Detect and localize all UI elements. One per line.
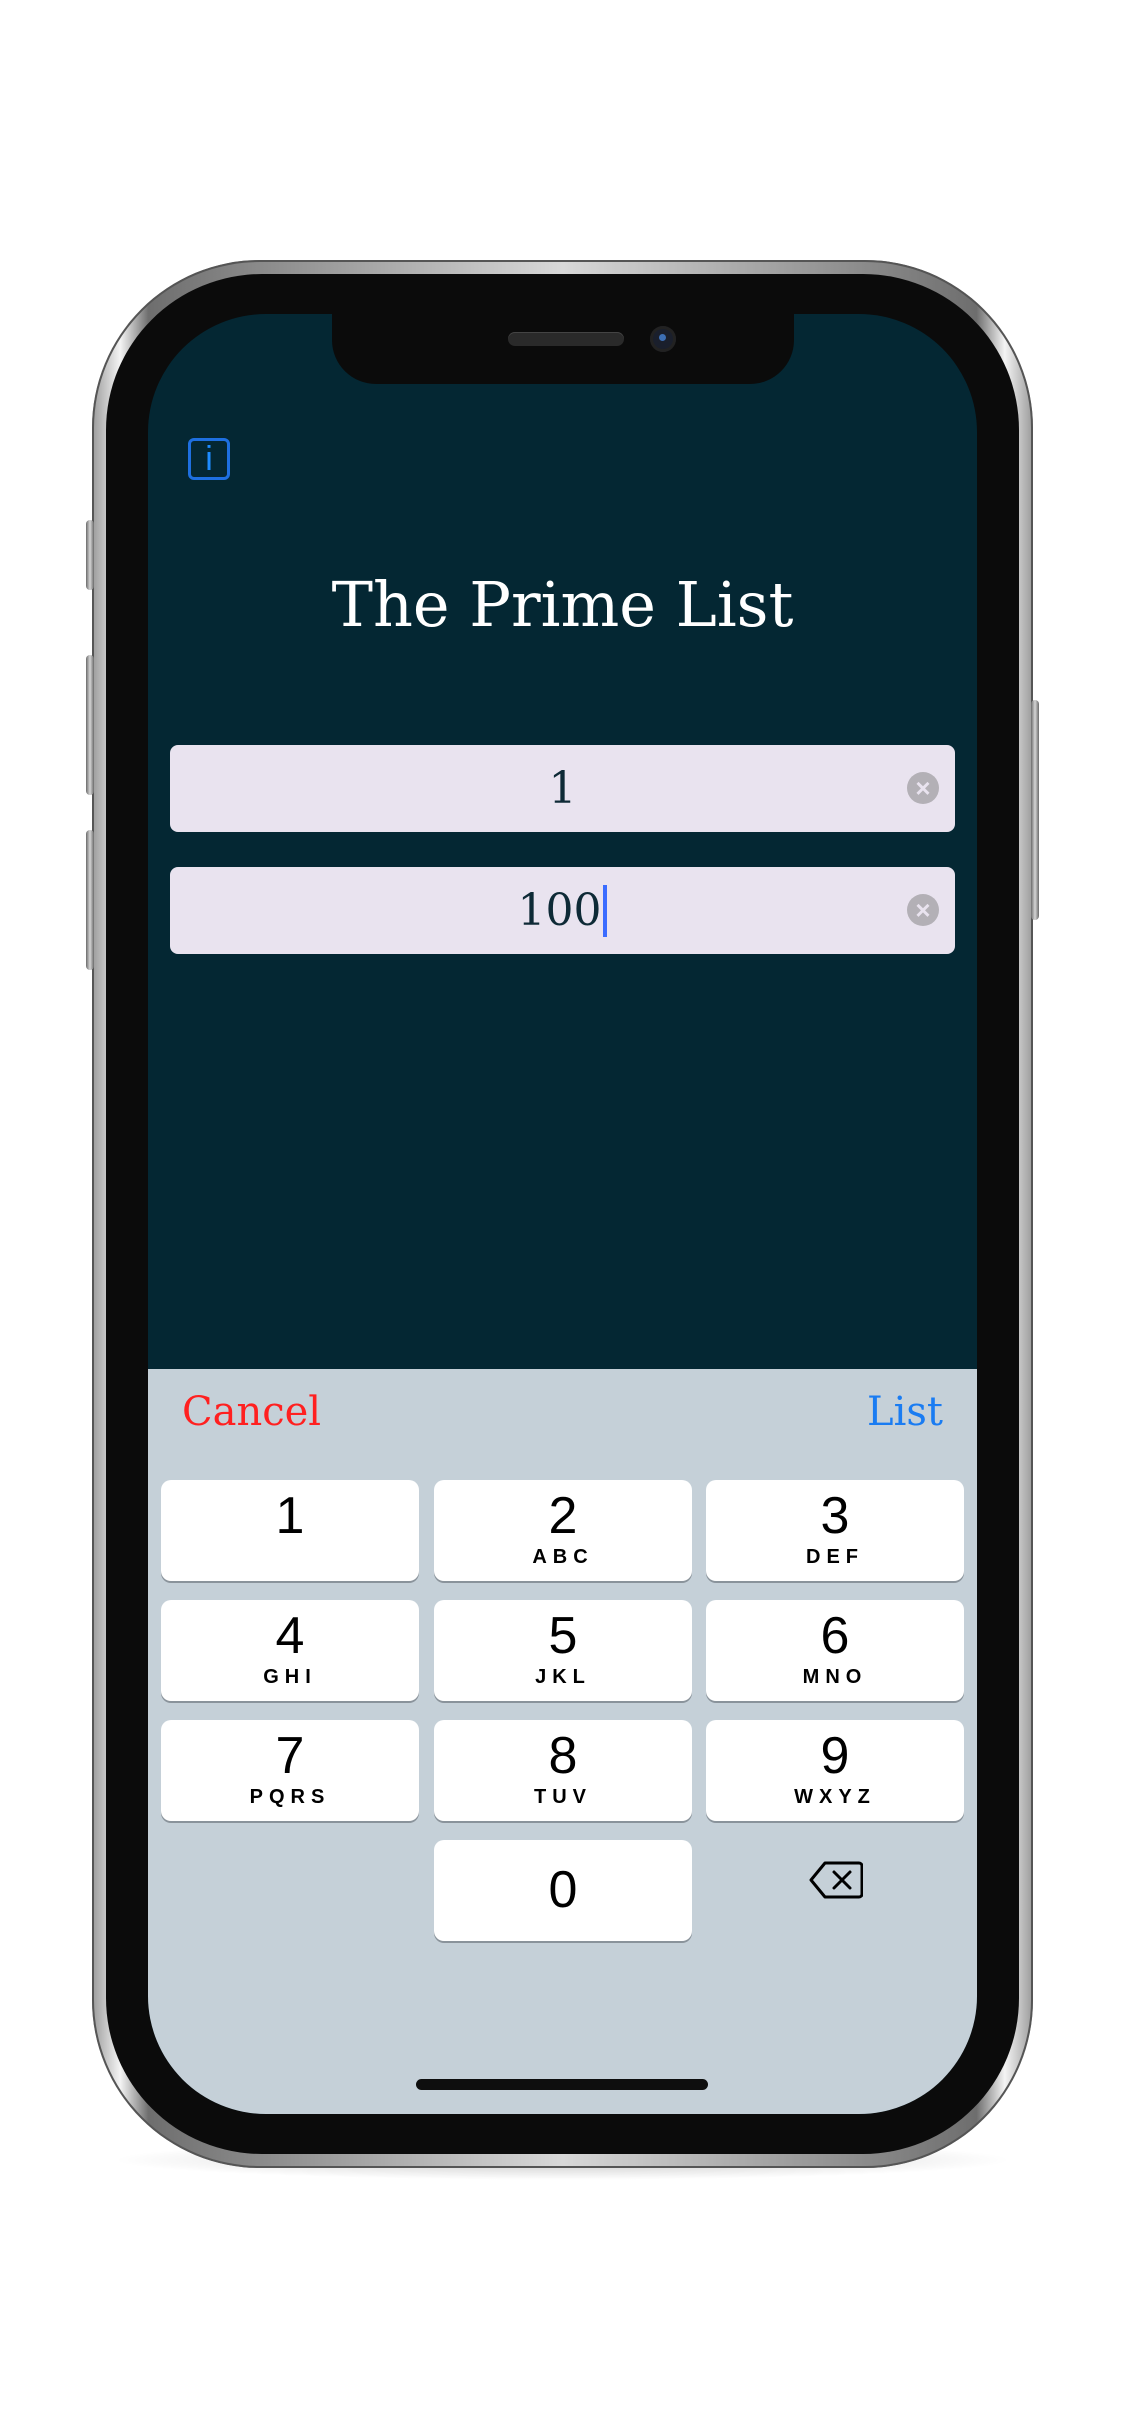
front-camera [650,326,676,352]
page-title: The Prime List [331,568,794,641]
key-0[interactable]: 0 [434,1840,692,1941]
list-button[interactable]: List [867,1389,943,1435]
key-letters: DEF [806,1546,864,1568]
key-digit: 2 [548,1487,578,1545]
key-7[interactable]: 7 PQRS [161,1720,419,1821]
backspace-icon[interactable] [809,1861,863,1899]
key-letters: PQRS [249,1786,331,1808]
key-digit: 3 [820,1487,850,1545]
key-digit: 6 [820,1607,850,1665]
key-digit: 8 [548,1727,578,1785]
text-caret [603,884,608,937]
side-button [1031,700,1039,920]
key-8[interactable]: 8 TUV [434,1720,692,1821]
volume-up-button [86,655,94,795]
key-letters: ABC [532,1546,594,1568]
app-screen: i The Prime List 1 × 100 × Cancel List 1… [148,314,977,2114]
clear-icon[interactable]: × [907,894,939,926]
clear-icon[interactable]: × [907,772,939,804]
notch [332,314,794,384]
key-digit: 7 [275,1727,305,1785]
key-6[interactable]: 6 MNO [706,1600,964,1701]
range-end-field[interactable]: 100 × [170,867,955,954]
key-digit: 0 [548,1861,578,1919]
key-digit: 9 [820,1727,850,1785]
info-icon[interactable]: i [188,438,230,480]
key-letters: WXYZ [794,1786,876,1808]
home-indicator[interactable] [416,2079,708,2090]
range-start-field[interactable]: 1 × [170,745,955,832]
range-start-value: 1 [548,763,577,814]
cancel-button[interactable]: Cancel [182,1389,321,1435]
key-2[interactable]: 2 ABC [434,1480,692,1581]
numeric-keyboard: Cancel List 1 2 ABC 3 DEF 4 GHI 5 JKL 6 … [148,1369,977,2114]
volume-down-button [86,830,94,970]
key-4[interactable]: 4 GHI [161,1600,419,1701]
mute-switch [86,520,94,590]
key-9[interactable]: 9 WXYZ [706,1720,964,1821]
speaker-grille [508,332,624,346]
key-digit: 5 [548,1607,578,1665]
key-digit: 4 [275,1607,305,1665]
key-letters: GHI [263,1666,317,1688]
key-letters: JKL [535,1666,591,1688]
key-letters: TUV [534,1786,592,1808]
key-5[interactable]: 5 JKL [434,1600,692,1701]
key-3[interactable]: 3 DEF [706,1480,964,1581]
range-end-value: 100 [517,885,602,936]
key-1[interactable]: 1 [161,1480,419,1581]
key-digit: 1 [275,1487,305,1545]
key-letters: MNO [802,1666,868,1688]
